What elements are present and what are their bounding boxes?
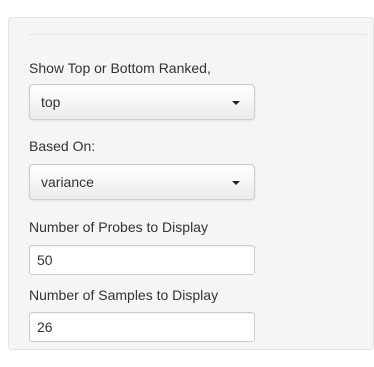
probes-count-input[interactable] [29,245,255,275]
samples-count-label: Number of Samples to Display [29,287,219,303]
based-on-value: variance [41,174,94,190]
rank-direction-select[interactable]: top [29,84,255,120]
based-on-label: Based On: [29,138,96,154]
based-on-select[interactable]: variance [29,164,255,200]
caret-down-icon [232,101,240,105]
probes-count-label: Number of Probes to Display [29,219,208,235]
samples-count-input[interactable] [29,312,255,342]
panel-divider [29,34,367,35]
rank-direction-label: Show Top or Bottom Ranked, [29,60,211,76]
caret-down-icon [232,181,240,185]
sidebar-panel: Show Top or Bottom Ranked, top Based On:… [8,17,374,350]
rank-direction-value: top [41,94,61,110]
